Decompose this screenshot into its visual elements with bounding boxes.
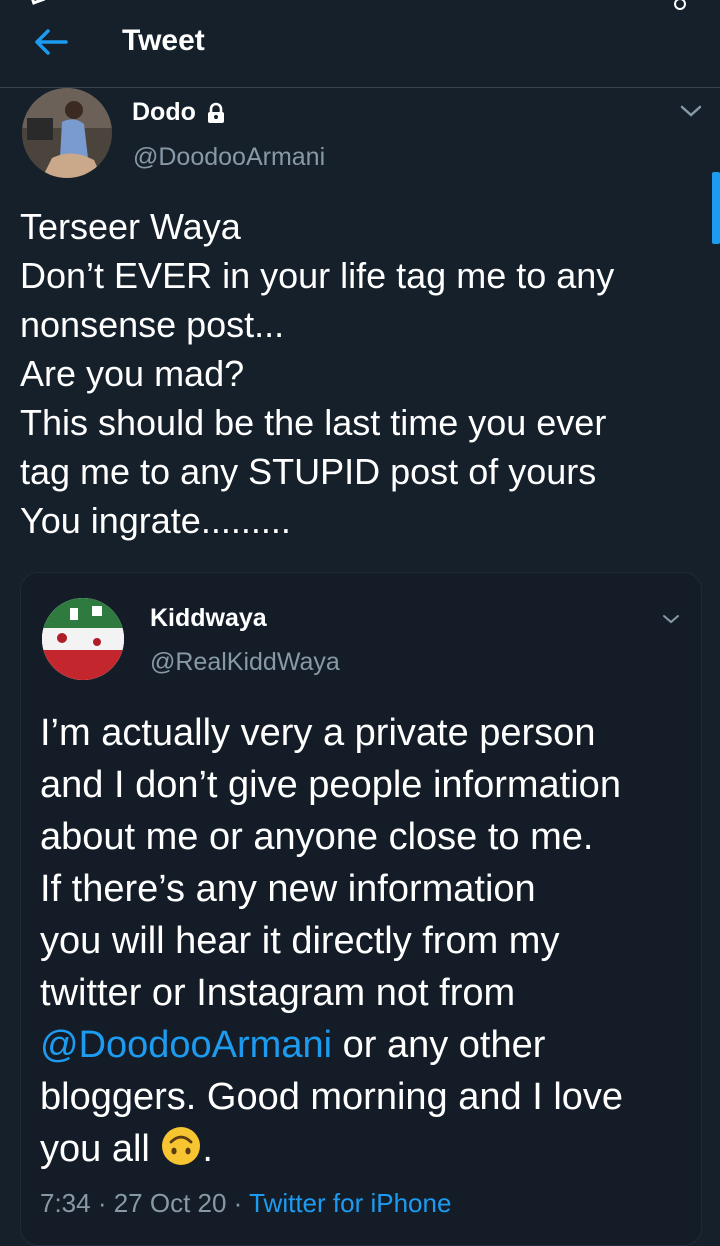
tweet-source-link[interactable]: Twitter for iPhone <box>249 1188 451 1218</box>
quoted-line-text: you all <box>40 1128 161 1170</box>
quoted-line: you will hear it directly from my <box>40 920 560 962</box>
tweet-line: Are you mad? <box>20 353 245 394</box>
quoted-tweet-text: I’m actually very a private person and I… <box>40 707 700 1175</box>
avatar-photo <box>42 598 124 680</box>
chevron-down-icon[interactable] <box>662 613 680 625</box>
quoted-line: twitter or Instagram not from <box>40 972 516 1014</box>
tweet-text: Terseer Waya Don’t EVER in your life tag… <box>20 202 700 545</box>
quoted-line: you all . <box>40 1123 700 1175</box>
page-title: Tweet <box>122 24 205 57</box>
meta-separator: · <box>90 1188 114 1218</box>
tweet-line: Don’t EVER in your life tag me to any <box>20 255 615 296</box>
tweet-metadata: 7:34 · 27 Oct 20 · Twitter for iPhone <box>40 1188 451 1219</box>
author-name-text: Dodo <box>132 98 196 126</box>
mention-link[interactable]: @DoodooArmani <box>40 1024 332 1066</box>
quoted-line: @DoodooArmani or any other <box>40 1019 700 1071</box>
top-bar: Tweet <box>0 0 720 86</box>
author-handle[interactable]: @DoodooArmani <box>133 143 325 172</box>
tweet-time: 7:34 <box>40 1188 91 1218</box>
status-bar-icon <box>674 0 686 10</box>
quoted-line: about me or anyone close to me. <box>40 816 594 858</box>
tweet-date: 27 Oct 20 <box>113 1188 227 1218</box>
tweet-line: Terseer Waya <box>20 206 241 247</box>
quoted-line-text: or any other <box>332 1024 546 1066</box>
tweet-line: nonsense post... <box>20 304 285 345</box>
back-arrow-icon <box>35 29 68 55</box>
status-bar-icon <box>27 0 46 5</box>
quoted-line: bloggers. Good morning and I love <box>40 1076 624 1118</box>
tweet-line: tag me to any STUPID post of yours <box>20 451 597 492</box>
quoted-line: If there’s any new information <box>40 868 536 910</box>
header-divider <box>0 87 720 88</box>
tweet-line: This should be the last time you ever <box>20 402 607 443</box>
tweet-line: You ingrate......... <box>20 500 291 541</box>
upside-down-face-icon <box>162 1127 201 1165</box>
quoted-author-handle[interactable]: @RealKiddWaya <box>150 648 340 677</box>
meta-separator: · <box>226 1188 250 1218</box>
scrollbar[interactable] <box>712 172 720 244</box>
chevron-down-icon[interactable] <box>680 104 702 118</box>
quoted-avatar[interactable] <box>42 598 124 680</box>
quoted-author-name[interactable]: Kiddwaya <box>150 604 267 633</box>
author-name[interactable]: Dodo <box>132 98 228 127</box>
avatar[interactable] <box>22 88 112 178</box>
quoted-line: I’m actually very a private person <box>40 712 596 754</box>
avatar-photo <box>22 88 112 178</box>
quoted-line: and I don’t give people information <box>40 764 621 806</box>
lock-icon <box>207 102 224 123</box>
back-button[interactable] <box>30 24 70 60</box>
quoted-line-text: . <box>202 1128 213 1170</box>
